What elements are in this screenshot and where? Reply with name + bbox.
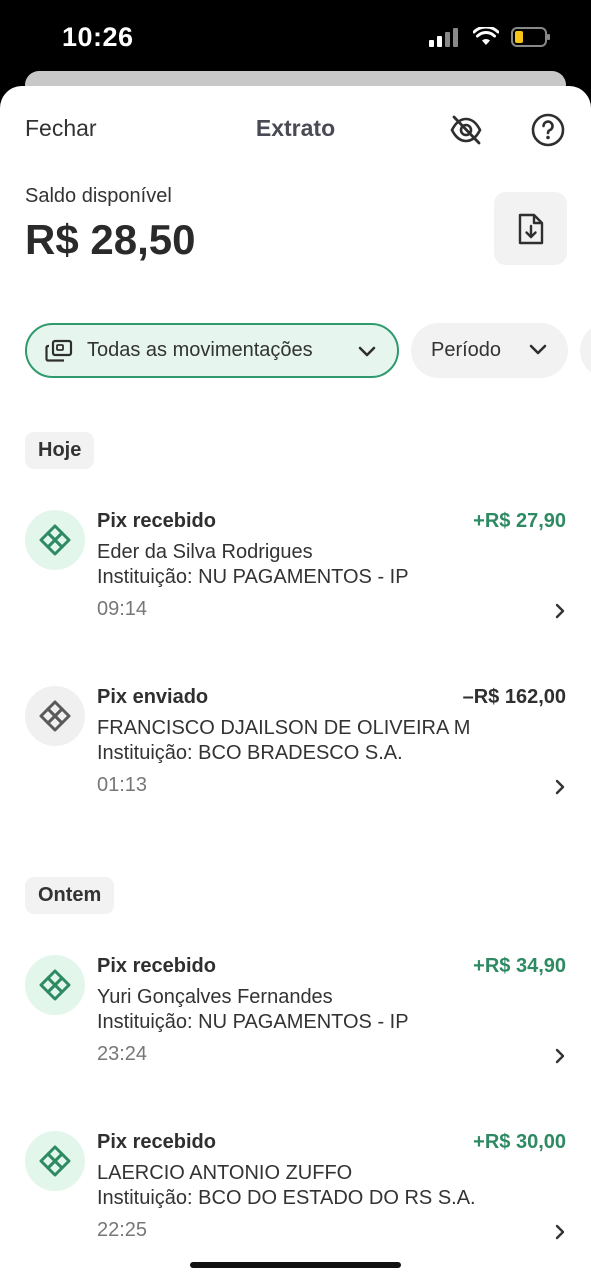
download-statement-button[interactable] bbox=[494, 192, 567, 265]
file-download-icon bbox=[518, 213, 543, 244]
transaction-amount: –R$ 162,00 bbox=[462, 686, 566, 708]
transaction-type: Pix recebido bbox=[97, 1131, 216, 1153]
transaction-time: 01:13 bbox=[97, 774, 148, 796]
chevron-right-icon bbox=[555, 779, 565, 795]
chevron-right-icon bbox=[555, 603, 565, 619]
pix-icon bbox=[25, 1131, 85, 1191]
transaction-institution: Instituição: BCO DO ESTADO DO RS S.A. bbox=[97, 1187, 476, 1209]
pix-icon bbox=[25, 510, 85, 570]
transaction-counterparty: Eder da Silva Rodrigues bbox=[97, 541, 313, 563]
pix-logo-icon bbox=[39, 524, 71, 556]
status-time: 10:26 bbox=[62, 22, 134, 52]
transaction-time: 23:24 bbox=[97, 1043, 148, 1065]
filter-more[interactable] bbox=[580, 323, 591, 378]
top-bar: Fechar Extrato bbox=[0, 86, 591, 172]
balance-label: Saldo disponível bbox=[25, 185, 172, 207]
pix-icon bbox=[25, 686, 85, 746]
pix-icon bbox=[25, 955, 85, 1015]
statement-sheet: Fechar Extrato Saldo disponível R$ 28,50 bbox=[0, 86, 591, 1280]
pix-logo-icon bbox=[39, 969, 71, 1001]
transaction-counterparty: LAERCIO ANTONIO ZUFFO bbox=[97, 1162, 353, 1184]
transaction-type: Pix enviado bbox=[97, 686, 209, 708]
transaction-item[interactable]: Pix recebido +R$ 34,90 Yuri Gonçalves Fe… bbox=[0, 955, 591, 1095]
eye-off-icon[interactable] bbox=[448, 112, 484, 148]
filter-period[interactable]: Período bbox=[411, 323, 568, 378]
home-indicator[interactable] bbox=[190, 1262, 401, 1268]
transaction-counterparty: FRANCISCO DJAILSON DE OLIVEIRA M bbox=[97, 717, 471, 739]
transaction-time: 09:14 bbox=[97, 598, 148, 620]
help-icon[interactable] bbox=[530, 112, 566, 148]
transaction-item[interactable]: Pix enviado –R$ 162,00 FRANCISCO DJAILSO… bbox=[0, 686, 591, 826]
section-label-yesterday: Ontem bbox=[25, 877, 115, 914]
transaction-institution: Instituição: BCO BRADESCO S.A. bbox=[97, 742, 403, 764]
transaction-institution: Instituição: NU PAGAMENTOS - IP bbox=[97, 566, 409, 588]
filter-bar: Todas as movimentações Período bbox=[25, 323, 591, 378]
balance-value: R$ 28,50 bbox=[25, 216, 196, 263]
transaction-time: 22:25 bbox=[97, 1219, 148, 1241]
pix-logo-icon bbox=[39, 700, 71, 732]
chevron-right-icon bbox=[555, 1224, 565, 1240]
transaction-type: Pix recebido bbox=[97, 510, 216, 532]
filter-all-label: Todas as movimentações bbox=[87, 339, 313, 361]
chevron-right-icon bbox=[555, 1048, 565, 1064]
cards-icon bbox=[45, 339, 73, 362]
battery-icon bbox=[511, 27, 550, 47]
filter-period-label: Período bbox=[431, 339, 502, 361]
transaction-amount: +R$ 27,90 bbox=[473, 510, 566, 532]
chevron-down-icon bbox=[358, 346, 376, 357]
signal-icon bbox=[429, 28, 458, 47]
transaction-amount: +R$ 30,00 bbox=[473, 1131, 566, 1153]
transaction-type: Pix recebido bbox=[97, 955, 216, 977]
transaction-item[interactable]: Pix recebido +R$ 30,00 LAERCIO ANTONIO Z… bbox=[0, 1131, 591, 1271]
transaction-amount: +R$ 34,90 bbox=[473, 955, 566, 977]
pix-logo-icon bbox=[39, 1145, 71, 1177]
filter-all-movements[interactable]: Todas as movimentações bbox=[25, 323, 399, 378]
transaction-institution: Instituição: NU PAGAMENTOS - IP bbox=[97, 1011, 409, 1033]
chevron-down-icon bbox=[529, 344, 547, 355]
section-label-today: Hoje bbox=[25, 432, 95, 469]
transaction-counterparty: Yuri Gonçalves Fernandes bbox=[97, 986, 333, 1008]
wifi-icon bbox=[473, 27, 499, 45]
page-title: Extrato bbox=[255, 115, 336, 141]
transaction-item[interactable]: Pix recebido +R$ 27,90 Eder da Silva Rod… bbox=[0, 510, 591, 650]
status-icons bbox=[429, 26, 551, 48]
